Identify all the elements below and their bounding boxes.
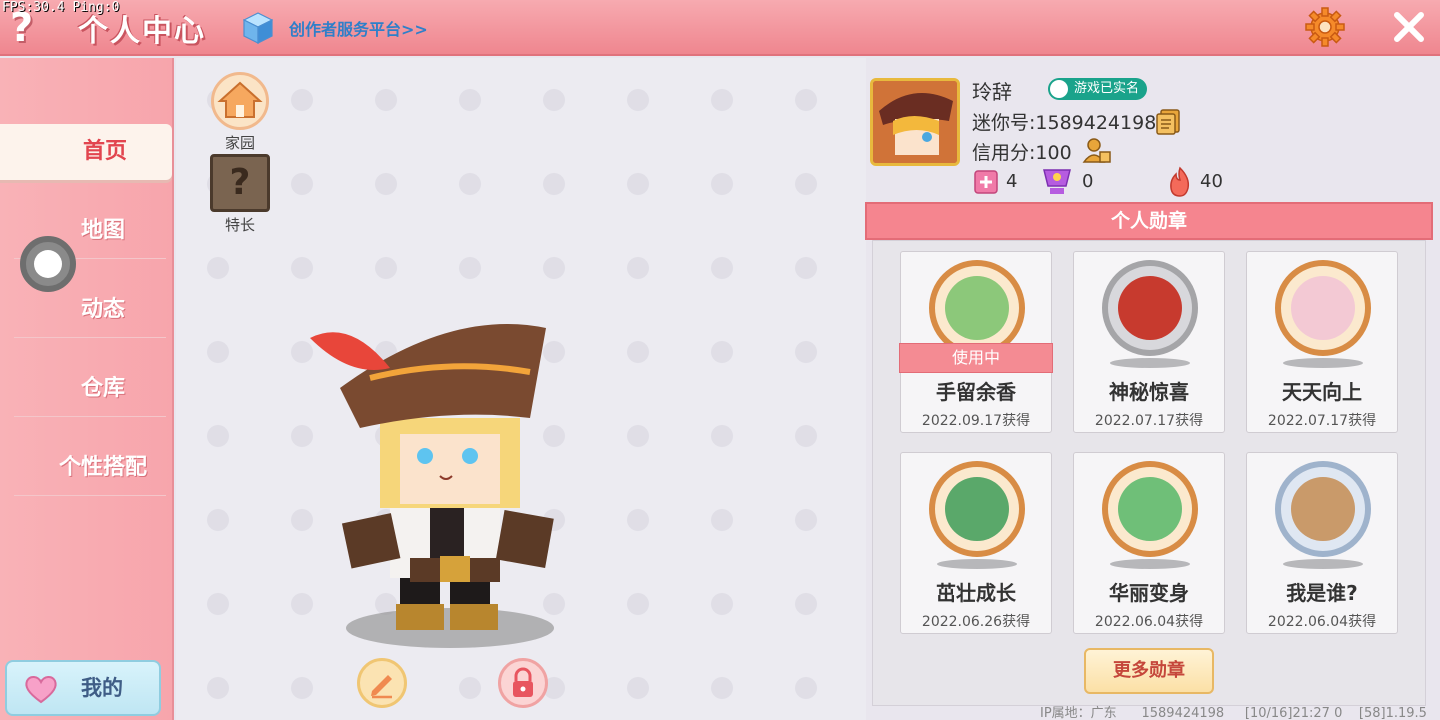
cube-icon (243, 12, 273, 44)
plus-card-icon (974, 170, 998, 194)
medal-date: 2022.06.26获得 (921, 614, 1031, 630)
sidebar-item-feed[interactable]: 动态 (0, 282, 172, 338)
special-label: 特长 (224, 216, 255, 234)
medals-header: 个人勋章 (865, 202, 1433, 240)
close-icon[interactable] (1390, 8, 1428, 46)
mine-button-label: 我的 (81, 676, 123, 700)
flame-icon (1170, 166, 1190, 197)
medal-shadow (1110, 358, 1190, 368)
medal-date: 2022.07.17获得 (1267, 413, 1377, 429)
lock-button[interactable] (498, 658, 548, 708)
medal-icon (1275, 461, 1371, 557)
sidebar: 首页 地图 动态 仓库 个性搭配 (0, 58, 174, 720)
medal-card[interactable]: 使用中 手留余香 2022.09.17获得 (899, 251, 1053, 433)
medal-name: 天天向上 (1282, 380, 1362, 404)
mini-id: 迷你号:1589424198 (972, 112, 1157, 134)
footer-info: IP属地：广东 1589424198 [10/16]21:27 0 [58]1.… (1040, 702, 1427, 720)
question-block-icon: ? (210, 154, 270, 212)
mine-button[interactable]: 我的 (5, 660, 161, 716)
house-icon (211, 72, 269, 130)
footer-uid: 1589424198 (1141, 706, 1225, 720)
medal-card[interactable]: 我是谁? 2022.06.04获得 (1246, 452, 1398, 634)
medal-date: 2022.09.17获得 (921, 413, 1031, 429)
medal-card[interactable]: 神秘惊喜 2022.07.17获得 (1073, 251, 1225, 433)
divider (14, 337, 166, 338)
stat-value-b: 0 (1082, 171, 1094, 192)
floating-joystick-button[interactable] (20, 236, 76, 292)
medal-shadow (1283, 358, 1363, 368)
lock-icon (513, 667, 533, 697)
person-check-icon (1050, 80, 1068, 98)
medal-date: 2022.06.04获得 (1094, 614, 1204, 630)
sidebar-item-outfit[interactable]: 个性搭配 (0, 440, 172, 496)
medal-icon (1102, 461, 1198, 557)
home-label: 家园 (224, 134, 255, 152)
special-shortcut[interactable]: ? 特长 (210, 154, 270, 235)
medal-shadow (1110, 559, 1190, 569)
medal-name: 神秘惊喜 (1109, 380, 1189, 404)
medal-date: 2022.06.04获得 (1267, 614, 1377, 630)
in-use-tag: 使用中 (899, 343, 1053, 373)
verified-badge: 游戏已实名 (1048, 78, 1148, 100)
pencil-icon (371, 675, 392, 699)
medal-name: 我是谁? (1286, 581, 1358, 605)
credit-score: 信用分:100 (972, 142, 1072, 164)
footer-time: [10/16]21:27 0 (1244, 706, 1343, 720)
medal-card[interactable]: 天天向上 2022.07.17获得 (1246, 251, 1398, 433)
copy-icon[interactable] (1155, 108, 1181, 136)
sidebar-item-warehouse[interactable]: 仓库 (0, 361, 172, 417)
medal-icon (1102, 260, 1198, 356)
stat-value-a: 4 (1006, 171, 1018, 192)
medal-name: 华丽变身 (1109, 581, 1189, 605)
page-title: 个人中心 (78, 14, 206, 49)
credit-user-icon[interactable] (1082, 136, 1112, 166)
medal-name: 茁壮成长 (936, 581, 1016, 605)
medal-card[interactable]: 华丽变身 2022.06.04获得 (1073, 452, 1225, 634)
stat-value-c: 40 (1200, 171, 1223, 192)
divider (14, 495, 166, 496)
heart-icon (25, 676, 57, 704)
footer-version: [58]1.19.5 (1358, 706, 1427, 720)
creator-platform-link[interactable]: 创作者服务平台>> (289, 16, 428, 40)
medal-icon (929, 461, 1025, 557)
medal-shadow (937, 559, 1017, 569)
medal-icon (1275, 260, 1371, 356)
more-medals-button[interactable]: 更多勋章 (1084, 648, 1214, 694)
sidebar-item-home[interactable]: 首页 (0, 124, 172, 180)
edit-button[interactable] (357, 658, 407, 708)
medal-date: 2022.07.17获得 (1094, 413, 1204, 429)
divider (14, 416, 166, 417)
ip-location: IP属地：广东 (1040, 706, 1117, 720)
profile-avatar[interactable] (870, 78, 960, 166)
verified-label: 游戏已实名 (1074, 81, 1140, 96)
top-bar: ? FPS:30.4 Ping:0 个人中心 创作者服务平台>> (0, 0, 1440, 56)
player-avatar[interactable] (300, 318, 560, 658)
trophy-person-icon (1043, 169, 1071, 194)
home-shortcut[interactable]: 家园 (210, 72, 270, 153)
player-name: 玲辞 (972, 80, 1012, 104)
medal-card[interactable]: 茁壮成长 2022.06.26获得 (900, 452, 1052, 634)
medal-shadow (1283, 559, 1363, 569)
medal-name: 手留余香 (936, 380, 1016, 404)
gear-icon[interactable] (1304, 6, 1346, 48)
medal-icon (929, 260, 1025, 356)
